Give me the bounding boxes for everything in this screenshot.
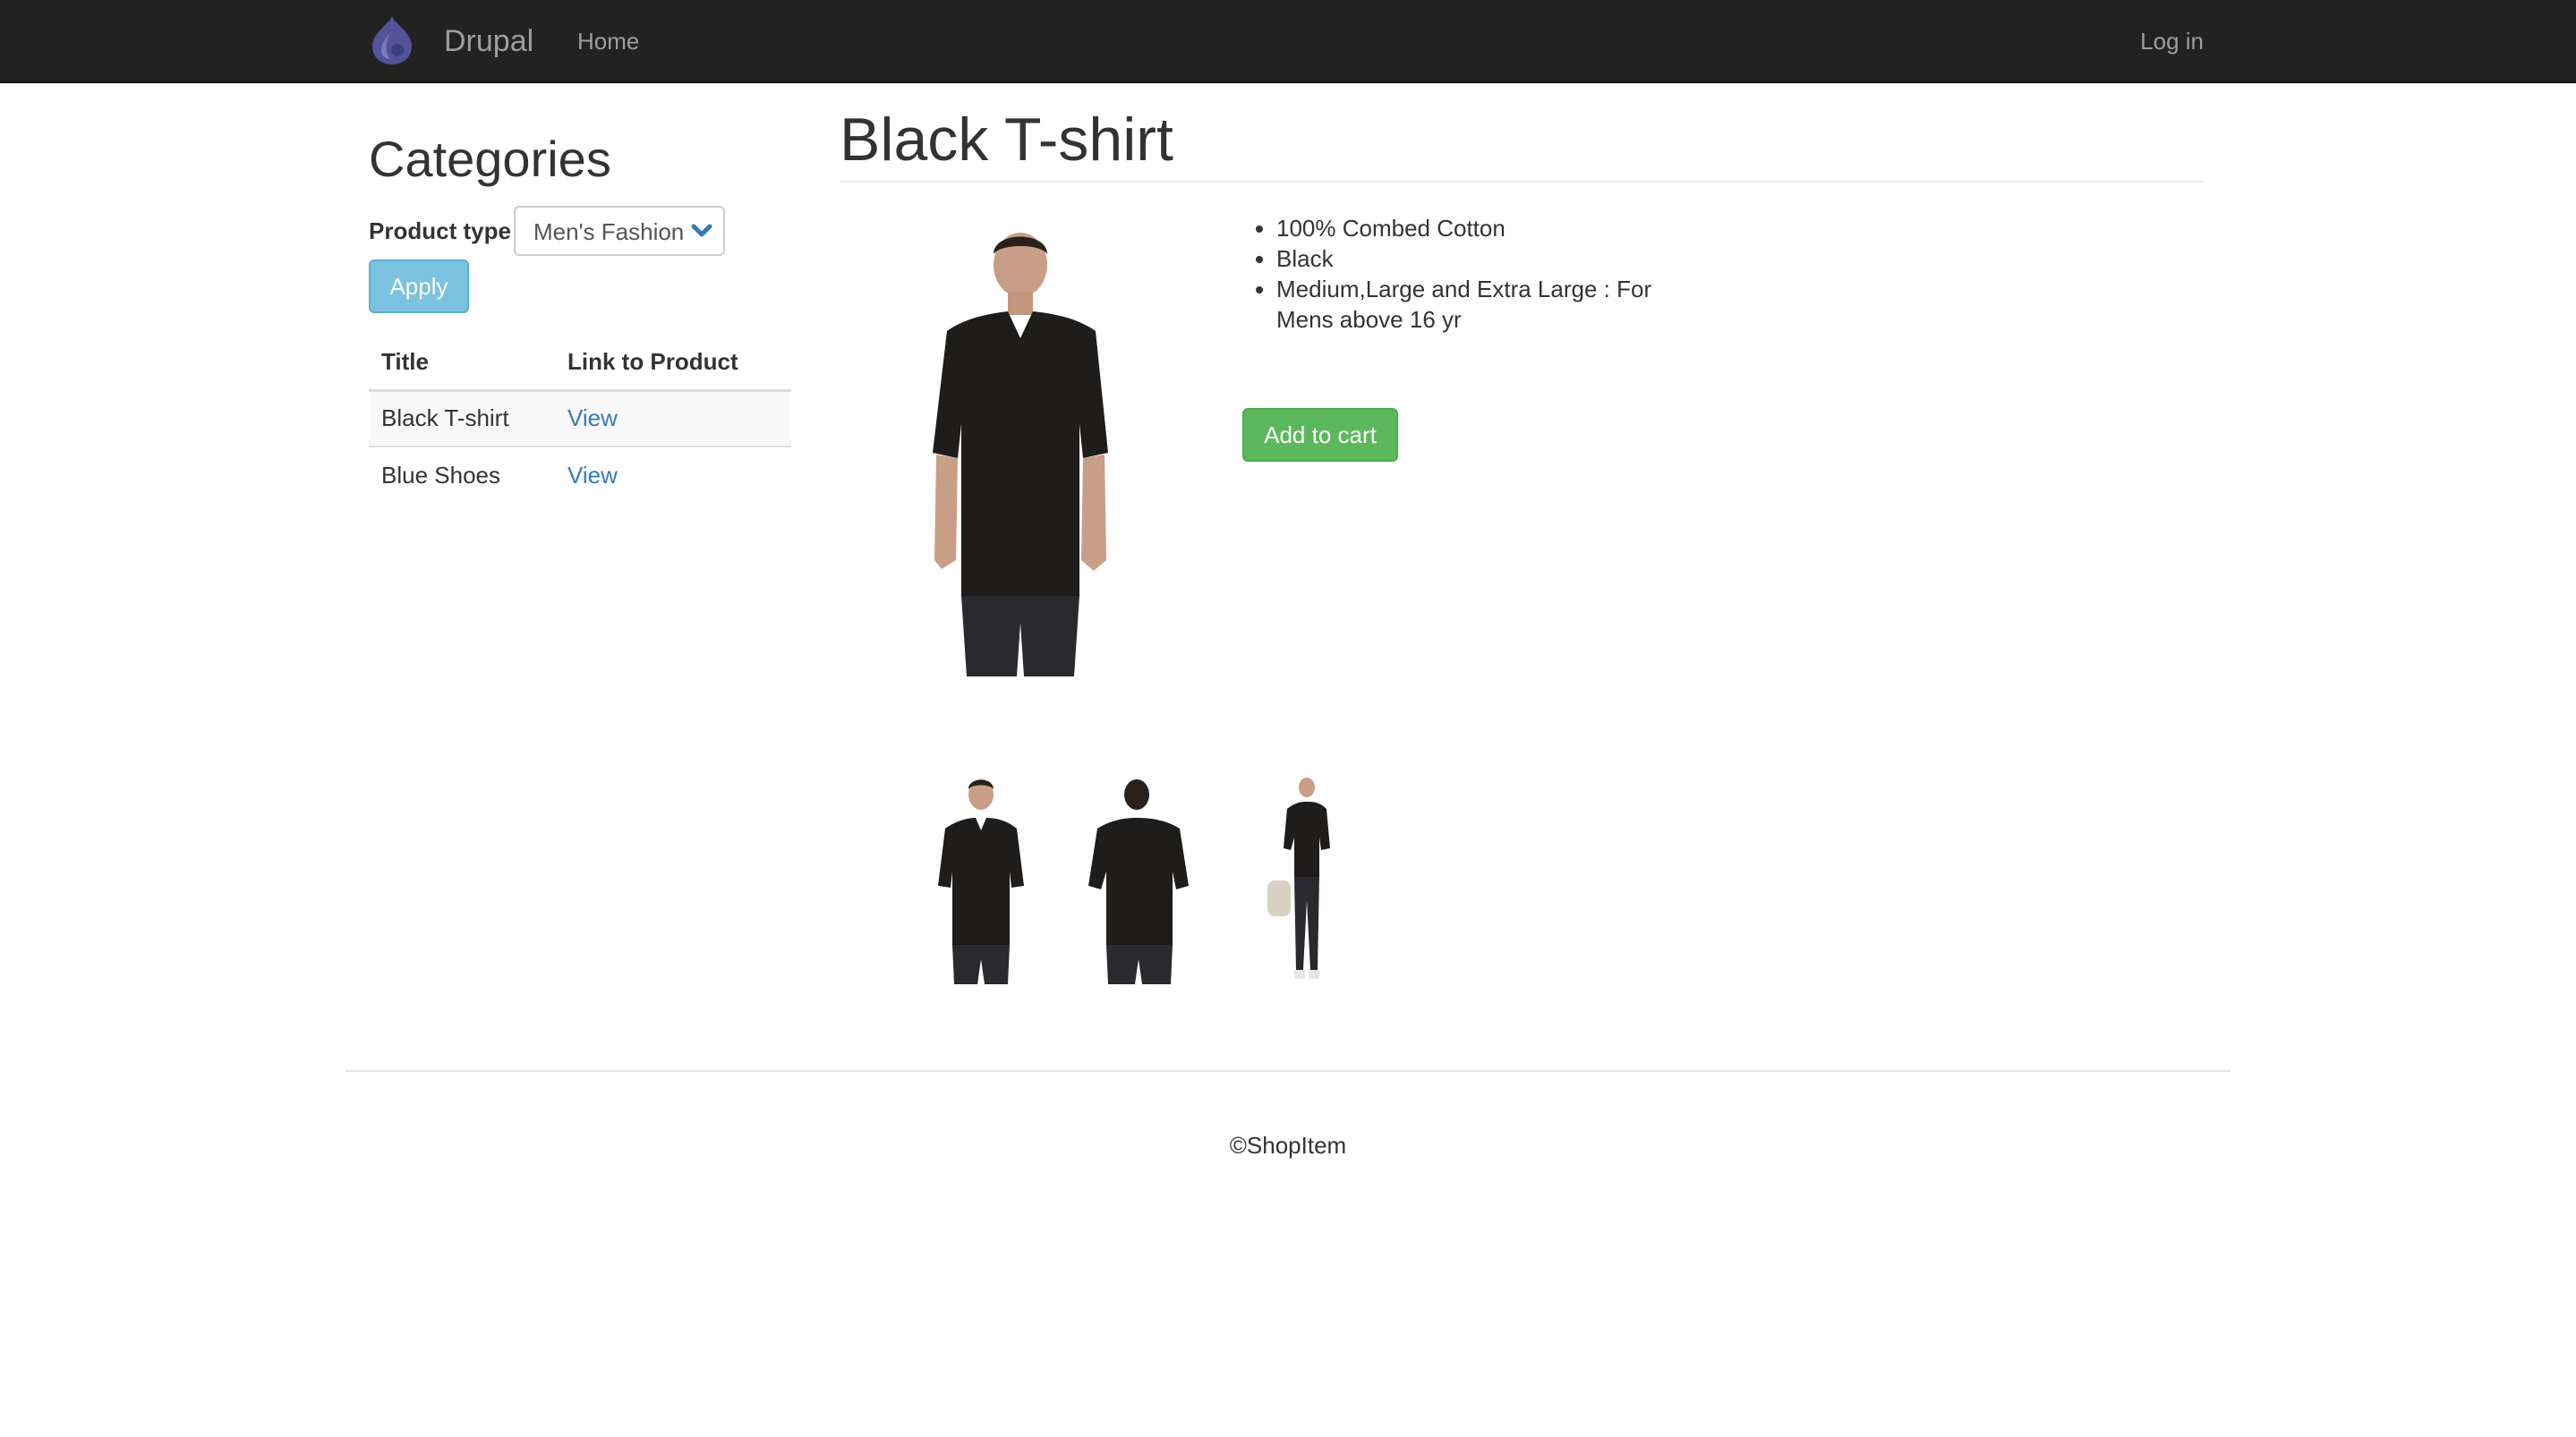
drupal-logo-icon[interactable]: [369, 14, 415, 66]
product-thumbnail-full[interactable]: [1260, 775, 1346, 984]
table-row: Blue Shoes View: [369, 446, 791, 503]
spec-item: Black: [1276, 243, 1688, 274]
brand-link[interactable]: Drupal: [444, 21, 533, 61]
spec-item: 100% Combed Cotton: [1276, 213, 1688, 243]
product-main-image[interactable]: [904, 220, 1137, 676]
product-title: Black T-shirt: [840, 106, 1173, 174]
column-header-link: Link to Product: [555, 335, 791, 392]
product-type-label: Product type: [369, 217, 511, 244]
category-table: Title Link to Product Black T-shirt View…: [369, 335, 791, 503]
nav-home-link[interactable]: Home: [577, 25, 639, 57]
product-thumbnail-front[interactable]: [931, 775, 1031, 984]
table-header-row: Title Link to Product: [369, 335, 791, 392]
spec-item: Medium,Large and Extra Large : For Mens …: [1276, 274, 1688, 335]
chevron-down-icon: [691, 224, 712, 237]
product-type-select-value: Men's Fashion: [533, 218, 685, 245]
categories-heading: Categories: [369, 131, 611, 187]
column-header-title: Title: [369, 335, 555, 392]
apply-button[interactable]: Apply: [369, 259, 469, 313]
add-to-cart-button[interactable]: Add to cart: [1242, 408, 1398, 462]
view-product-link[interactable]: View: [567, 462, 618, 489]
product-type-select[interactable]: Men's Fashion: [514, 206, 725, 256]
view-product-link[interactable]: View: [567, 404, 618, 431]
table-row: Black T-shirt View: [369, 390, 791, 447]
nav-login-link[interactable]: Log in: [2140, 25, 2204, 57]
title-divider: [840, 181, 2204, 183]
product-thumbnail-back[interactable]: [1083, 775, 1198, 984]
navbar: Drupal Home Log in: [0, 0, 2576, 83]
row-title: Blue Shoes: [381, 461, 500, 489]
footer-copyright: ©ShopItem: [1229, 1132, 1347, 1159]
product-specs-list: 100% Combed Cotton Black Medium,Large an…: [1242, 213, 1688, 335]
footer-divider: [345, 1070, 2231, 1072]
row-title: Black T-shirt: [369, 390, 555, 447]
